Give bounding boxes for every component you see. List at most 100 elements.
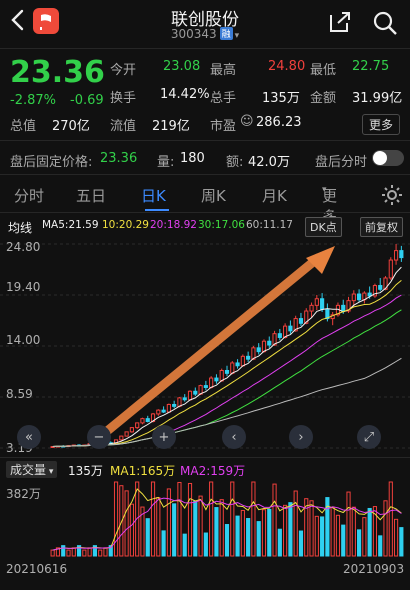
candle-body — [129, 427, 134, 433]
volume-bar — [187, 482, 193, 557]
tab-intraday[interactable]: 分时 — [14, 185, 44, 206]
volume-value: 135万 — [68, 464, 103, 478]
tab-daily-k[interactable]: 日K — [141, 185, 166, 206]
volume-ma1: MA1:165万 — [110, 464, 176, 478]
volume-bar — [277, 528, 282, 557]
candle-body — [193, 390, 198, 395]
candle-body — [230, 362, 235, 374]
volume-bar — [145, 518, 150, 557]
step-right-button[interactable]: › — [289, 425, 313, 449]
after-hours-label: 盘后固定价格: — [10, 155, 93, 170]
scroll-left-button[interactable]: « — [17, 425, 41, 449]
candle-body — [214, 377, 219, 382]
candle-body — [124, 431, 129, 437]
volume-bar — [314, 515, 319, 557]
volume-bar — [346, 491, 351, 557]
volume-bar — [177, 481, 182, 557]
caret-down-icon: ▾ — [322, 185, 327, 195]
after-hours-amt-label: 额: — [226, 155, 244, 170]
y-tick-label: 8.59 — [6, 387, 33, 401]
volume-bar — [320, 516, 325, 557]
volume-bar — [209, 481, 214, 557]
candle-body — [240, 355, 245, 367]
volume-bar — [71, 547, 76, 557]
candle-body — [119, 435, 124, 441]
period-tabs: 分时 五日 日K 周K 月K 更多 ▾ — [14, 185, 338, 226]
step-left-button[interactable]: ‹ — [222, 425, 246, 449]
settings-button[interactable] — [380, 183, 404, 211]
candle-body — [177, 397, 182, 407]
ma20-value: 20:18.92 — [150, 219, 197, 231]
after-hours-toggle-label: 盘后分时 — [315, 155, 368, 170]
quote-field-label: 流值 — [110, 119, 137, 134]
candle-body — [277, 333, 282, 338]
candle-body — [135, 422, 140, 429]
candle-body — [187, 390, 193, 401]
start-date: 20210616 — [6, 562, 68, 576]
fullscreen-button[interactable]: ⤢ — [357, 425, 381, 449]
candle-body — [256, 347, 261, 353]
volume-bar — [172, 503, 177, 557]
ma5-value: MA5:21.59 — [42, 219, 99, 231]
dk-point-button[interactable]: DK点 — [305, 217, 342, 237]
candle-body — [172, 403, 177, 407]
volume-bar — [293, 490, 298, 557]
volume-bar — [66, 549, 71, 557]
tab-five-day[interactable]: 五日 — [76, 185, 106, 206]
candle-body — [209, 377, 214, 388]
candle-body — [320, 298, 325, 310]
change-pct: -2.87% — [10, 93, 56, 108]
ma60-value: 60:11.17 — [246, 219, 293, 231]
share-button[interactable] — [328, 10, 352, 38]
active-tab-indicator — [145, 209, 169, 211]
candle-body — [224, 369, 230, 374]
volume-bar — [235, 515, 240, 557]
volume-bar — [272, 483, 277, 557]
tab-monthly-k[interactable]: 月K — [262, 185, 287, 206]
tab-weekly-k[interactable]: 周K — [201, 185, 226, 206]
expand-icon: ⤢ — [363, 429, 375, 445]
volume-bar — [261, 509, 267, 557]
volume-bar — [240, 509, 245, 557]
volume-indicator-select[interactable]: 成交量 ▾ — [6, 461, 58, 478]
volume-bar — [357, 529, 362, 557]
quote-field-label: 总手 — [210, 91, 237, 106]
minus-icon: − — [93, 429, 105, 445]
volume-bar — [113, 481, 119, 557]
quote-field-value: 219亿 — [152, 119, 190, 134]
candle-body — [145, 418, 150, 422]
search-button[interactable] — [372, 10, 398, 40]
volume-bar — [203, 532, 208, 557]
zoom-out-button[interactable]: − — [87, 425, 111, 449]
after-hours-vol: 180 — [180, 151, 205, 166]
candle-body — [399, 250, 404, 259]
adjustment-button[interactable]: 前复权 — [360, 217, 403, 237]
ma-label: 均线 — [8, 221, 33, 235]
volume-bar — [251, 481, 256, 557]
search-icon — [373, 11, 397, 35]
candle-body — [235, 362, 240, 367]
volume-bar — [256, 521, 261, 557]
volume-bar — [198, 495, 203, 557]
volume-bar — [98, 549, 103, 557]
after-hours-toggle[interactable] — [372, 150, 404, 166]
volume-bar — [230, 481, 235, 557]
quote-field-value: 270亿 — [52, 119, 90, 134]
candle-body — [393, 250, 399, 261]
quote-field-label: 金额 — [310, 91, 337, 106]
volume-bar — [330, 506, 335, 557]
volume-bar — [156, 497, 161, 557]
zoom-in-button[interactable]: + — [152, 425, 176, 449]
volume-bar — [309, 500, 314, 557]
more-button[interactable]: 更多 — [362, 114, 401, 135]
volume-chart[interactable] — [0, 478, 410, 558]
candle-body — [309, 304, 314, 312]
volume-bar — [335, 514, 341, 557]
candle-body — [341, 304, 346, 312]
y-tick-label: 24.80 — [6, 240, 41, 254]
volume-bar — [367, 507, 372, 557]
volume-bar — [351, 506, 356, 557]
volume-bar — [383, 500, 388, 557]
candlestick-chart[interactable] — [0, 236, 410, 456]
candle-body — [156, 409, 161, 415]
